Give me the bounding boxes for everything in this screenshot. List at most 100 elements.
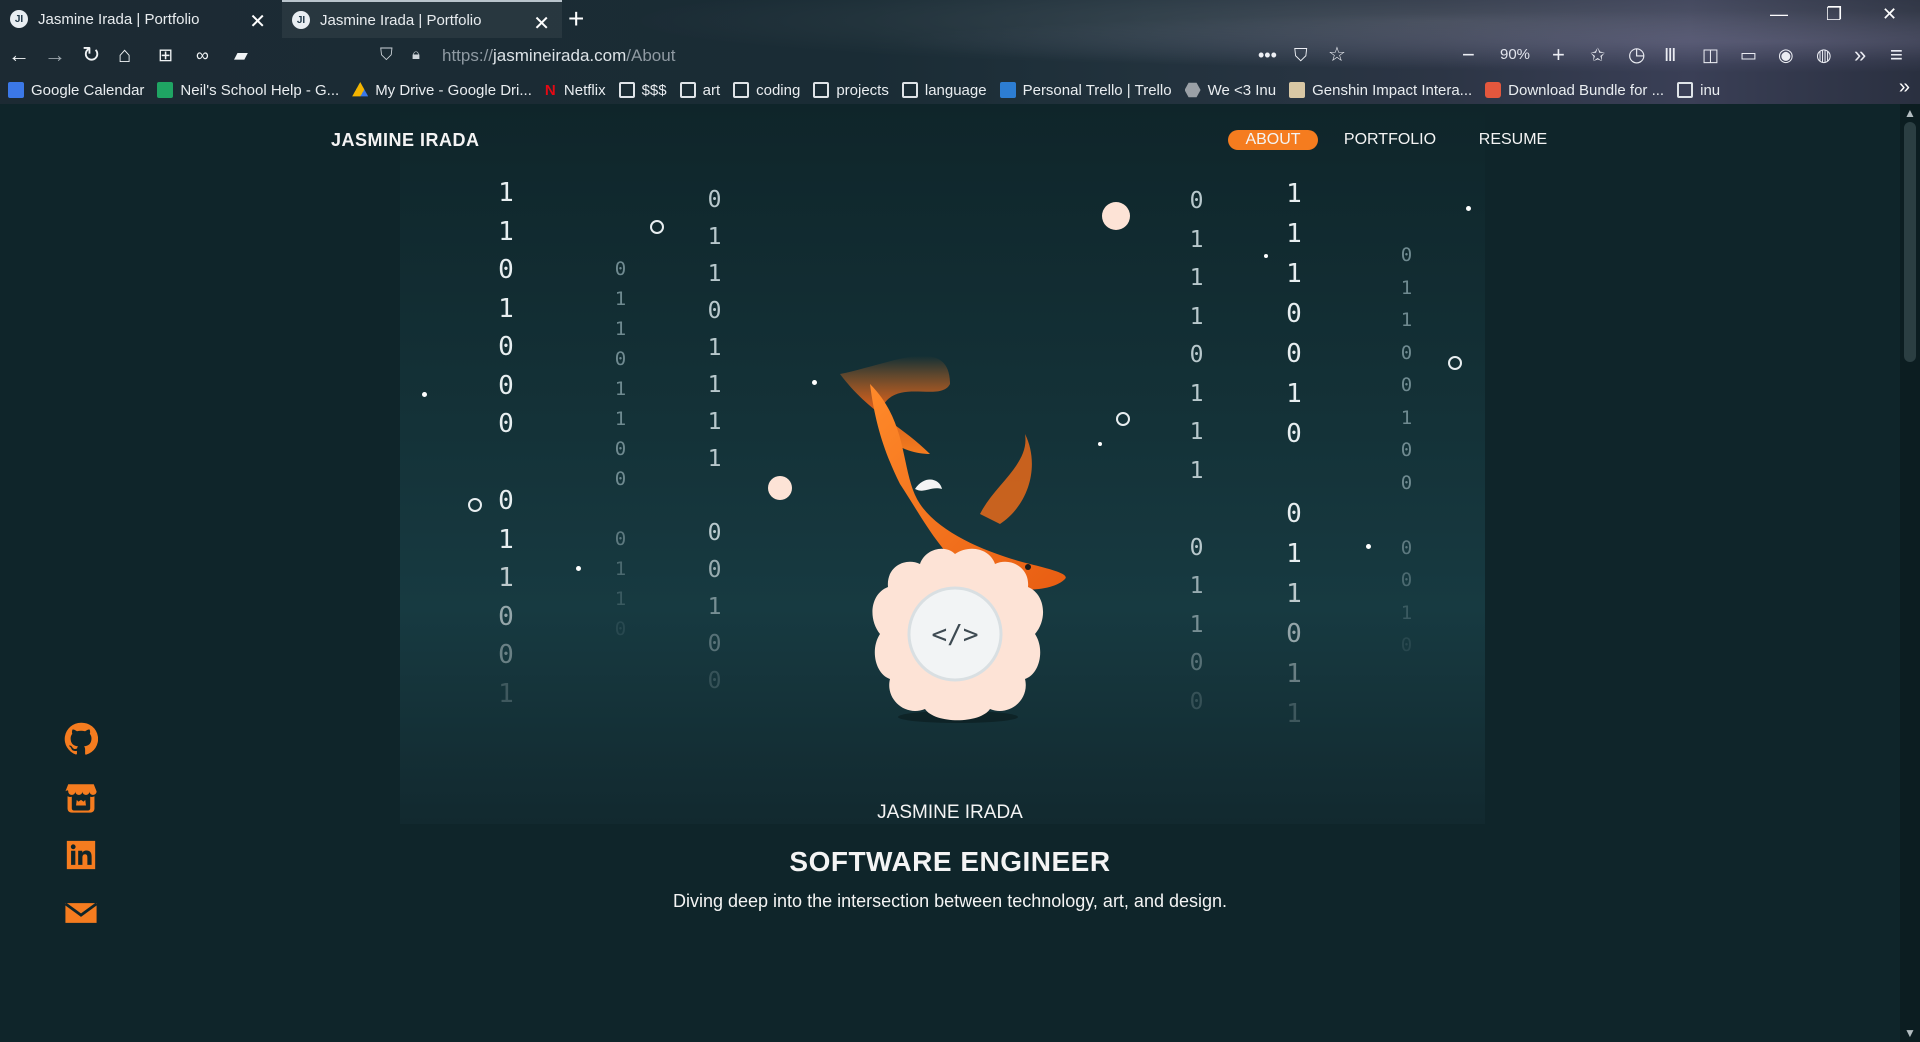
menu-icon[interactable]: ≡ (1890, 42, 1903, 68)
bookmark-folder[interactable]: coding (733, 82, 800, 99)
nav-portfolio[interactable]: PORTFOLIO (1342, 130, 1438, 150)
library-icon[interactable]: Ⅲ (1664, 42, 1676, 68)
folder-icon (1677, 82, 1694, 98)
binary-digit: 1 (1400, 276, 1413, 299)
bookmark-item[interactable]: Neil's School Help - G... (157, 82, 339, 99)
restore-icon[interactable]: ❐ (1826, 4, 1842, 25)
binary-digit: 1 (498, 216, 514, 247)
bookmark-item[interactable]: We <3 Inu (1184, 82, 1276, 99)
linkedin-icon[interactable] (64, 838, 98, 872)
tab-bar: JI Jasmine Irada | Portfolio ✕ JI Jasmin… (0, 0, 1920, 38)
close-tab-icon[interactable]: ✕ (533, 11, 550, 36)
lock-icon[interactable]: 🔒︎ (412, 42, 420, 68)
bookmark-item[interactable]: N Netflix (545, 82, 606, 100)
url-text[interactable]: https://jasmineirada.com/About (442, 46, 675, 66)
binary-digit: 1 (1286, 579, 1302, 609)
bookmark-folder[interactable]: $$$ (618, 82, 667, 99)
github-icon[interactable] (64, 722, 98, 756)
tab-1[interactable]: JI Jasmine Irada | Portfolio ✕ (0, 0, 278, 38)
binary-digit: 0 (1400, 439, 1413, 461)
zoom-out-icon[interactable]: − (1462, 42, 1475, 68)
trello-icon (999, 82, 1016, 98)
binary-digit: 1 (614, 288, 627, 310)
binary-digit: 1 (1286, 259, 1302, 289)
bubble (468, 498, 482, 512)
binary-digit: 1 (1286, 539, 1302, 569)
pocket-icon[interactable]: ⛉ (1294, 42, 1308, 68)
page-actions-icon[interactable]: ••• (1258, 42, 1277, 68)
bookmark-item[interactable]: Genshin Impact Intera... (1289, 82, 1472, 99)
binary-digit: 1 (498, 678, 514, 709)
shield-icon[interactable]: ⛉ (380, 42, 393, 68)
binary-digit: 0 (707, 557, 722, 583)
bookmark-star-icon[interactable]: ☆ (1328, 42, 1346, 68)
itch-io-icon[interactable] (64, 780, 98, 814)
binary-digit: 0 (1400, 244, 1413, 266)
site-header: JASMINE IRADA ABOUT PORTFOLIO RESUME (0, 104, 1900, 176)
zoom-in-icon[interactable]: + (1552, 42, 1565, 68)
profile-icon[interactable]: ◍ (1816, 42, 1832, 68)
new-tab-icon[interactable]: + (568, 3, 584, 35)
nav-resume[interactable]: RESUME (1478, 130, 1548, 150)
binary-digit (1180, 490, 1213, 529)
binary-digit: 0 (1400, 341, 1413, 364)
home-icon[interactable]: ⌂ (118, 42, 131, 68)
history-icon[interactable]: ◷ (1628, 42, 1645, 68)
binary-digit: 0 (614, 438, 627, 460)
binary-digit: 1 (1400, 601, 1413, 624)
hero-name: JASMINE IRADA (877, 802, 1023, 823)
bookmark-item[interactable]: Google Calendar (8, 82, 144, 99)
reader-icon[interactable]: ▭ (1740, 42, 1757, 68)
binary-digit: 1 (707, 409, 722, 435)
bookmarks-overflow-chevron-icon[interactable]: » (1899, 76, 1910, 99)
close-window-icon[interactable]: ✕ (1882, 4, 1897, 25)
site-brand[interactable]: JASMINE IRADA (331, 130, 480, 151)
shell-illustration: </> (872, 548, 1044, 723)
binary-digit: 0 (498, 640, 514, 670)
zoom-level[interactable]: 90% (1500, 46, 1530, 63)
url-bar[interactable]: ⛉ 🔒︎ https://jasmineirada.com/About ••• … (380, 40, 1460, 72)
account-icon[interactable]: ◉ (1778, 42, 1794, 68)
tab-2[interactable]: JI Jasmine Irada | Portfolio ✕ (282, 0, 562, 38)
reload-icon[interactable]: ↻ (82, 42, 100, 68)
bookmark-folder[interactable]: projects (813, 82, 889, 99)
bookmark-item[interactable]: Personal Trello | Trello (999, 82, 1172, 99)
bookmark-folder[interactable]: inu (1677, 82, 1720, 99)
binary-column: 0 1 1 0 1 1 0 0 0 1 1 0 (606, 254, 635, 644)
bookmark-item[interactable]: My Drive - Google Dri... (352, 82, 532, 99)
minimize-icon[interactable]: — (1770, 4, 1788, 25)
overflow-chevron-icon[interactable]: » (1854, 42, 1866, 68)
binary-digit: 1 (1189, 419, 1204, 445)
scrollbar-thumb[interactable] (1904, 122, 1916, 362)
bubble (422, 392, 427, 397)
close-tab-icon[interactable]: ✕ (249, 9, 266, 34)
binary-digit: 0 (498, 486, 514, 516)
email-icon[interactable] (64, 896, 98, 930)
bookmark-item[interactable]: Download Bundle for ... (1485, 82, 1664, 99)
sheets-icon (157, 82, 174, 98)
binary-digit: 0 (1286, 339, 1302, 369)
forward-icon[interactable]: → (44, 42, 66, 68)
binary-column: 0 1 1 0 1 1 1 1 0 0 1 0 0 (698, 182, 731, 700)
sidebar-icon[interactable]: ◫ (1702, 42, 1719, 68)
extension-icon[interactable]: ▰ (234, 42, 248, 68)
container-tab-icon[interactable]: ⊞ (158, 42, 173, 68)
bubble (1366, 544, 1371, 549)
binary-column: 1 1 0 1 0 0 0 0 1 1 0 0 1 (488, 174, 524, 713)
binary-digit: 1 (614, 318, 627, 340)
scroll-down-icon[interactable]: ▼ (1904, 1026, 1916, 1040)
binary-digit (698, 478, 731, 515)
bookmark-folder[interactable]: language (901, 82, 987, 99)
scroll-up-icon[interactable]: ▲ (1904, 106, 1916, 120)
page-viewport: JASMINE IRADA ABOUT PORTFOLIO RESUME 1 1 0… (0, 104, 1900, 1042)
private-mask-icon[interactable]: ∞ (196, 42, 209, 68)
page-scrollbar[interactable]: ▲ ▼ (1900, 104, 1920, 1042)
back-icon[interactable]: ← (8, 42, 30, 68)
nav-about[interactable]: ABOUT (1228, 130, 1318, 150)
binary-digit: 0 (707, 298, 722, 324)
bookmarks-star-icon[interactable]: ✩ (1590, 42, 1605, 68)
binary-digit: 0 (1286, 499, 1302, 529)
bookmark-folder[interactable]: art (679, 82, 720, 99)
binary-digit: 1 (707, 261, 722, 287)
binary-digit: 1 (707, 335, 722, 361)
